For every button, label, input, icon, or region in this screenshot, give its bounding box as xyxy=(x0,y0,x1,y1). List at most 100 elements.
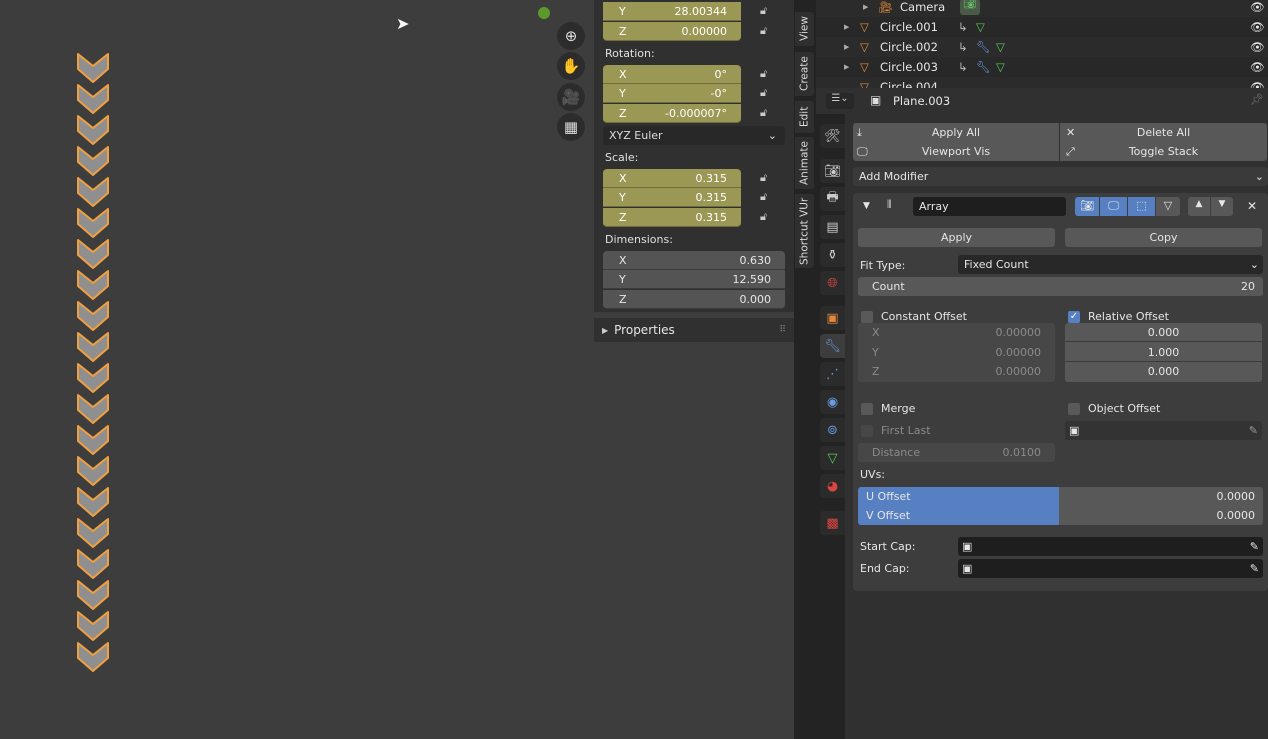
material-icon[interactable]: ◕ xyxy=(820,474,845,498)
physics-icon[interactable]: ◉ xyxy=(820,390,845,414)
object-offset-checkbox[interactable] xyxy=(1068,403,1080,415)
location-z-field[interactable]: Z 0.00000 xyxy=(603,22,741,41)
outliner-item-circle-004[interactable]: ▽ Circle.004 👁 xyxy=(816,77,1268,88)
tab-create[interactable]: Create xyxy=(795,52,814,96)
chevron-instance[interactable] xyxy=(77,239,109,269)
eyedropper-icon[interactable]: ✎ xyxy=(1250,562,1259,575)
constant-z-field[interactable]: 0.00000 xyxy=(996,362,1042,381)
lock-icon[interactable]: 🔓︎ xyxy=(760,171,767,185)
chevron-instance[interactable] xyxy=(77,270,109,300)
hand-pan-icon[interactable]: ✋ xyxy=(557,52,585,80)
apply-all-button[interactable]: ⤓ Apply All xyxy=(853,123,1059,142)
chevron-instance[interactable] xyxy=(77,146,109,176)
move-down-icon[interactable]: ▼ xyxy=(1211,197,1233,216)
relative-y-field[interactable]: 1.000 xyxy=(1065,343,1262,362)
output-icon[interactable]: 🖶 xyxy=(820,187,845,211)
pin-icon[interactable]: 📌︎ xyxy=(1250,93,1264,106)
chevron-instance[interactable] xyxy=(77,53,109,83)
lock-icon[interactable]: 🔓︎ xyxy=(760,190,767,204)
u-offset-slider[interactable]: U Offset 0.0000 xyxy=(858,487,1263,506)
chevron-instance[interactable] xyxy=(77,177,109,207)
remove-modifier-close-icon[interactable]: ✕ xyxy=(1247,199,1257,213)
chevron-instance[interactable] xyxy=(77,642,109,672)
constraint-icon[interactable]: ↳ xyxy=(958,60,968,74)
chevron-instance[interactable] xyxy=(77,487,109,517)
world-icon[interactable]: 🌐︎ xyxy=(820,271,845,295)
particles-icon[interactable]: ⋰ xyxy=(820,362,845,386)
mesh-data-icon[interactable]: ▽ xyxy=(996,40,1005,54)
add-modifier-dropdown[interactable]: Add Modifier ⌄ xyxy=(853,167,1268,186)
end-cap-picker[interactable]: ▣ ✎ xyxy=(958,559,1263,578)
chevron-instance[interactable] xyxy=(77,115,109,145)
editor-type-dropdown[interactable]: ☰⌄ xyxy=(826,93,854,109)
camera-view-icon[interactable]: 🎥 xyxy=(557,83,585,111)
outliner-item-circle-003[interactable]: ▶ ▽ Circle.003 ↳ 🔧︎ ▽ 👁 xyxy=(816,57,1268,77)
eye-icon[interactable]: 👁 xyxy=(1250,60,1265,74)
mesh-data-icon[interactable]: ▽ xyxy=(820,446,845,470)
constraint-icon[interactable]: ↳ xyxy=(958,20,968,34)
tool-icon[interactable]: 🛠︎ xyxy=(820,124,845,148)
collapse-arrow-icon[interactable]: ▼ xyxy=(863,201,870,211)
dimensions-x-field[interactable]: X 0.630 xyxy=(603,251,785,270)
delete-all-button[interactable]: ✕ Delete All xyxy=(1060,123,1267,142)
count-field[interactable]: Count 20 xyxy=(858,277,1263,296)
on-cage-toggle-icon[interactable]: ▽ xyxy=(1156,197,1180,216)
mesh-data-icon[interactable]: ▽ xyxy=(976,20,985,34)
dimensions-y-field[interactable]: Y 12.590 xyxy=(603,270,785,289)
relative-z-field[interactable]: 0.000 xyxy=(1065,362,1262,381)
relative-x-field[interactable]: 0.000 xyxy=(1065,323,1262,342)
outliner-item-circle-001[interactable]: ▶ ▽ Circle.001 ↳ ▽ 👁 xyxy=(816,17,1268,37)
apply-button[interactable]: Apply xyxy=(858,228,1055,247)
chevron-instance[interactable] xyxy=(77,580,109,610)
tab-animate[interactable]: Animate xyxy=(795,137,814,189)
editmode-toggle-icon[interactable]: ⬚ xyxy=(1128,197,1155,216)
view-layer-icon[interactable]: ▤ xyxy=(820,215,845,239)
render-icon[interactable]: 📷︎ xyxy=(820,159,845,183)
rotation-mode-dropdown[interactable]: XYZ Euler ⌄ xyxy=(603,126,785,145)
v-offset-slider[interactable]: V Offset 0.0000 xyxy=(858,506,1263,525)
chevron-instance[interactable] xyxy=(77,301,109,331)
distance-field[interactable]: Distance 0.0100 xyxy=(858,443,1055,462)
chevron-instance[interactable] xyxy=(77,363,109,393)
eye-icon[interactable]: 👁 xyxy=(1250,40,1265,54)
tab-shortcut-vur[interactable]: Shortcut VUr xyxy=(795,194,814,268)
lock-icon[interactable]: 🔓︎ xyxy=(760,24,767,38)
scale-z-field[interactable]: Z 0.315 xyxy=(603,208,741,227)
object-offset-picker[interactable]: ▣ ✎ xyxy=(1065,421,1262,440)
outliner-item-circle-002[interactable]: ▶ ▽ Circle.002 ↳ 🔧︎ ▽ 👁 xyxy=(816,37,1268,57)
constraint-icon[interactable]: ↳ xyxy=(958,40,968,54)
chevron-instance[interactable] xyxy=(77,208,109,238)
rotation-x-field[interactable]: X 0° xyxy=(603,65,741,84)
eye-icon[interactable]: 👁 xyxy=(1250,80,1265,88)
modifier-wrench-icon[interactable]: 🔧︎ xyxy=(820,334,845,358)
tab-edit[interactable]: Edit xyxy=(795,101,814,133)
properties-panel-header[interactable]: ▶ Properties ⠿ xyxy=(594,318,794,342)
viewport-toggle-monitor-icon[interactable]: 🖵 xyxy=(1100,197,1127,216)
eyedropper-icon[interactable]: ✎ xyxy=(1249,424,1258,437)
constant-x-field[interactable]: 0.00000 xyxy=(996,323,1042,342)
chevron-instance[interactable] xyxy=(77,611,109,641)
scene-icon[interactable]: ⚱ xyxy=(820,243,845,267)
relative-offset-checkbox[interactable]: ✓ xyxy=(1068,311,1080,323)
chevron-instance[interactable] xyxy=(77,549,109,579)
eyedropper-icon[interactable]: ✎ xyxy=(1250,540,1259,553)
eye-icon[interactable]: 👁 xyxy=(1250,0,1265,14)
mesh-data-icon[interactable]: ▽ xyxy=(996,60,1005,74)
render-toggle-camera-icon[interactable]: 📷︎ xyxy=(1075,197,1099,216)
texture-icon[interactable]: ▩ xyxy=(820,511,845,535)
first-last-checkbox[interactable] xyxy=(861,425,873,437)
location-y-field[interactable]: Y 28.00344 xyxy=(603,2,741,21)
lock-icon[interactable]: 🔓︎ xyxy=(760,86,767,100)
eye-icon[interactable]: 👁 xyxy=(1250,20,1265,34)
3d-viewport[interactable]: ⊕ ✋ 🎥 ▦ ➤ xyxy=(0,0,594,739)
toggle-stack-button[interactable]: ⤢ Toggle Stack xyxy=(1060,142,1267,161)
scale-x-field[interactable]: X 0.315 xyxy=(603,169,741,188)
lock-icon[interactable]: 🔓︎ xyxy=(760,210,767,224)
constraints-icon[interactable]: ⊚ xyxy=(820,418,845,442)
chevron-instance[interactable] xyxy=(77,332,109,362)
chevron-instance[interactable] xyxy=(77,425,109,455)
modifier-name-input[interactable]: Array xyxy=(913,197,1066,216)
chevron-instance[interactable] xyxy=(77,84,109,114)
object-properties-icon[interactable]: ▣ xyxy=(820,306,845,330)
chevron-instance[interactable] xyxy=(77,456,109,486)
